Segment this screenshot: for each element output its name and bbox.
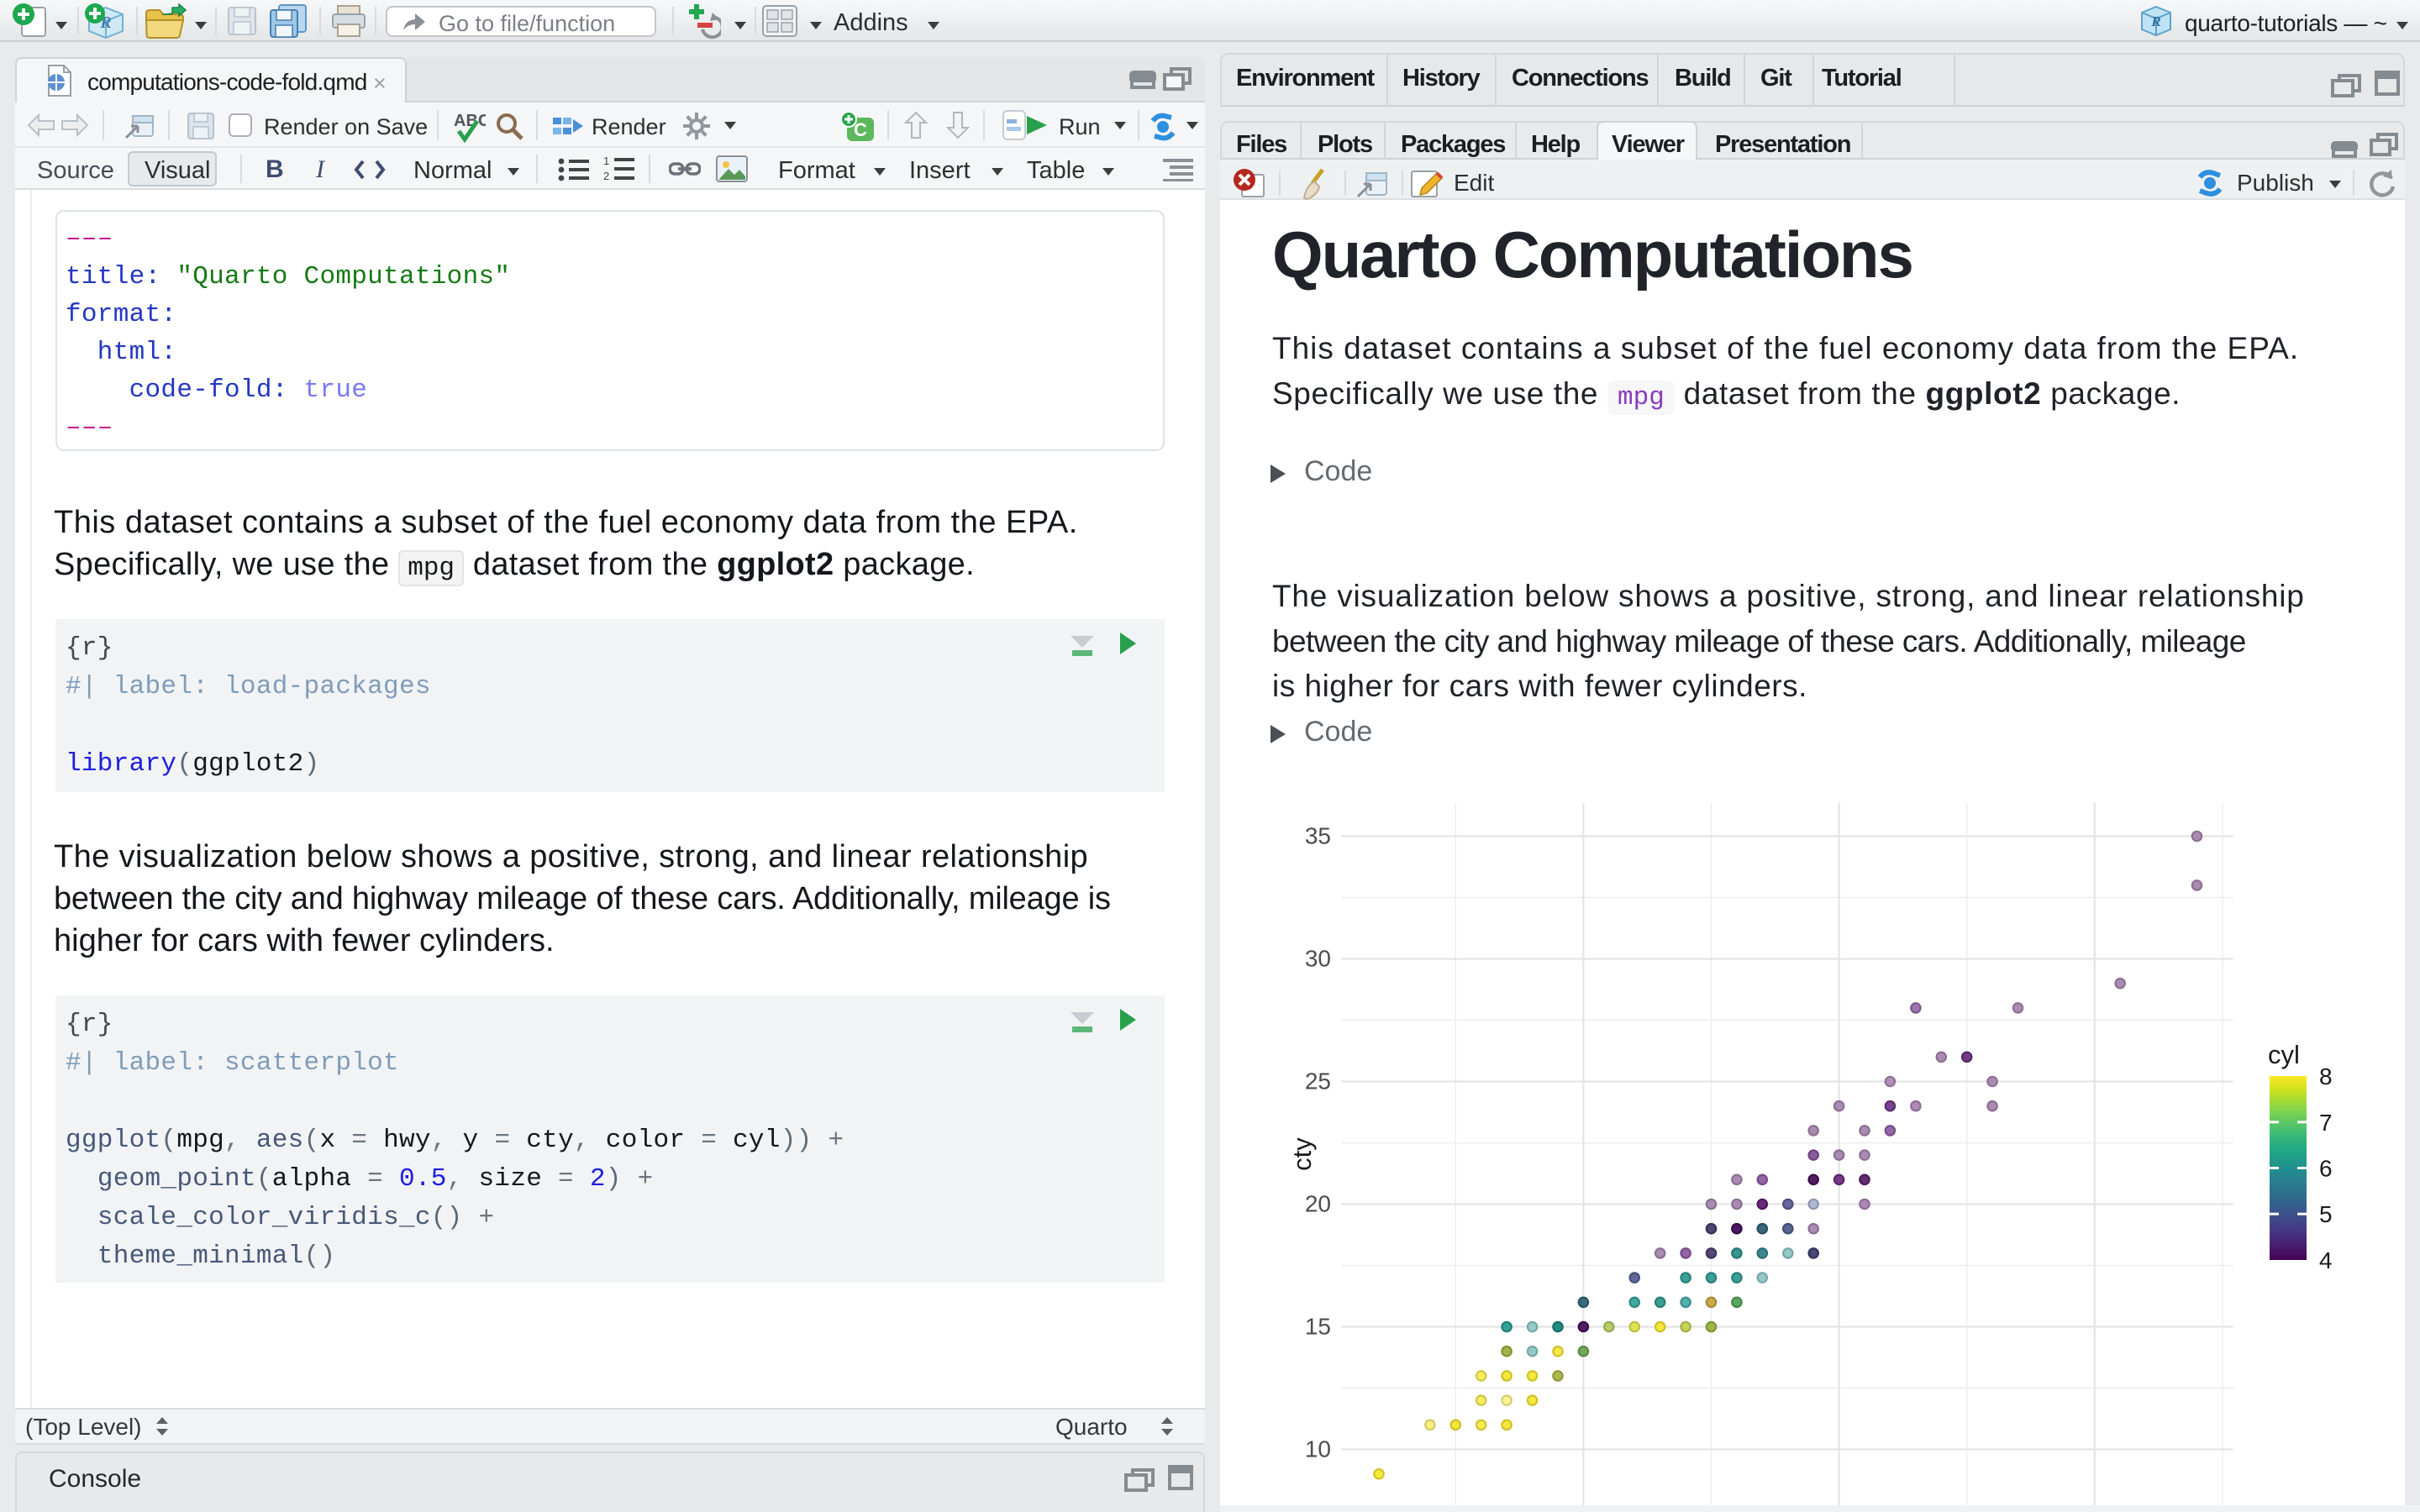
svg-text:1: 1 [603, 155, 609, 167]
svg-text:35: 35 [1305, 823, 1331, 849]
svg-text:8: 8 [2319, 1063, 2333, 1089]
svg-text:7: 7 [2319, 1110, 2333, 1136]
svg-text:20: 20 [1305, 1191, 1331, 1217]
svg-text:R: R [2150, 13, 2160, 29]
svg-text:30: 30 [1305, 946, 1331, 972]
svg-text:cyl: cyl [2268, 1040, 2300, 1069]
svg-text:4: 4 [2319, 1247, 2333, 1273]
svg-text:10: 10 [1305, 1436, 1331, 1462]
svg-text:15: 15 [1305, 1314, 1331, 1340]
svg-text:cty: cty [1287, 1137, 1317, 1171]
svg-text:25: 25 [1305, 1068, 1331, 1095]
svg-text:2: 2 [603, 170, 609, 182]
svg-text:ABC: ABC [454, 112, 486, 130]
svg-text:5: 5 [2319, 1201, 2333, 1227]
svg-text:6: 6 [2319, 1156, 2333, 1182]
